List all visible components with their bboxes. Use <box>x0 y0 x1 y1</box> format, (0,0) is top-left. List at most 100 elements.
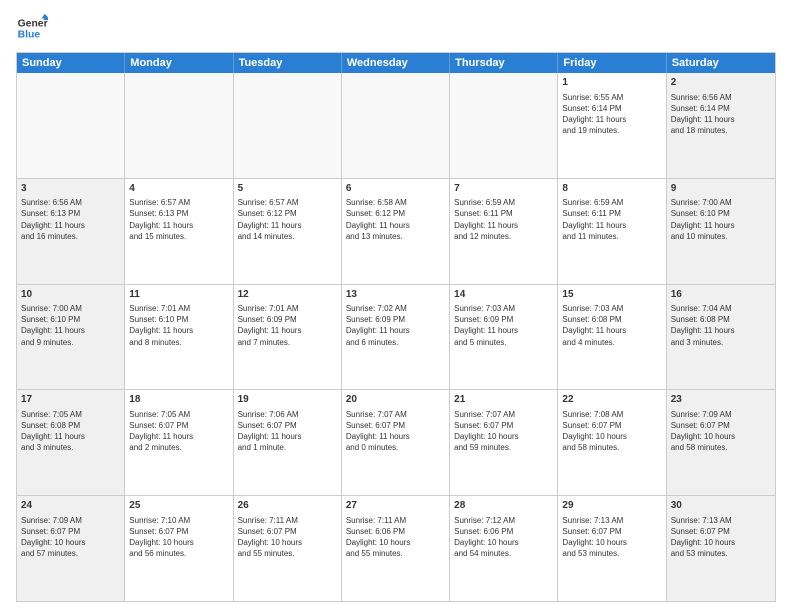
day-info: Sunrise: 7:04 AM Sunset: 6:08 PM Dayligh… <box>671 303 771 348</box>
day-info: Sunrise: 6:55 AM Sunset: 6:14 PM Dayligh… <box>562 92 661 137</box>
day-info: Sunrise: 7:00 AM Sunset: 6:10 PM Dayligh… <box>671 197 771 242</box>
day-number: 9 <box>671 182 771 196</box>
day-number: 13 <box>346 288 445 302</box>
calendar-cell: 5Sunrise: 6:57 AM Sunset: 6:12 PM Daylig… <box>234 179 342 284</box>
day-info: Sunrise: 7:02 AM Sunset: 6:09 PM Dayligh… <box>346 303 445 348</box>
day-number: 22 <box>562 393 661 407</box>
day-info: Sunrise: 7:11 AM Sunset: 6:06 PM Dayligh… <box>346 515 445 560</box>
svg-text:General: General <box>18 18 48 29</box>
day-number: 5 <box>238 182 337 196</box>
calendar-header-cell: Monday <box>125 53 233 73</box>
calendar-cell: 24 Sunrise: 7:09 AM Sunset: 6:07 PM Dayli… <box>17 496 125 601</box>
calendar-header-cell: Tuesday <box>234 53 342 73</box>
day-info: Sunrise: 6:56 AM Sunset: 6:14 PM Dayligh… <box>671 92 771 137</box>
day-number: 24 <box>21 499 120 513</box>
calendar-cell: 23Sunrise: 7:09 AM Sunset: 6:07 PM Dayli… <box>667 390 775 495</box>
calendar-cell <box>342 73 450 178</box>
day-info: Sunrise: 7:05 AM Sunset: 6:07 PM Dayligh… <box>129 409 228 454</box>
calendar-cell <box>17 73 125 178</box>
calendar-header-cell: Thursday <box>450 53 558 73</box>
day-number: 12 <box>238 288 337 302</box>
day-info: Sunrise: 7:07 AM Sunset: 6:07 PM Dayligh… <box>454 409 553 454</box>
day-info: Sunrise: 6:57 AM Sunset: 6:13 PM Dayligh… <box>129 197 228 242</box>
day-info: Sunrise: 7:12 AM Sunset: 6:06 PM Dayligh… <box>454 515 553 560</box>
day-number: 27 <box>346 499 445 513</box>
calendar-cell: 16Sunrise: 7:04 AM Sunset: 6:08 PM Dayli… <box>667 285 775 390</box>
calendar-cell <box>125 73 233 178</box>
day-number: 16 <box>671 288 771 302</box>
calendar-cell: 15Sunrise: 7:03 AM Sunset: 6:08 PM Dayli… <box>558 285 666 390</box>
day-info: Sunrise: 6:57 AM Sunset: 6:12 PM Dayligh… <box>238 197 337 242</box>
svg-text:Blue: Blue <box>18 30 41 41</box>
calendar-row: 10Sunrise: 7:00 AM Sunset: 6:10 PM Dayli… <box>17 284 775 390</box>
day-info: Sunrise: 7:07 AM Sunset: 6:07 PM Dayligh… <box>346 409 445 454</box>
calendar-cell <box>234 73 342 178</box>
calendar-cell: 22 Sunrise: 7:08 AM Sunset: 6:07 PM Dayli… <box>558 390 666 495</box>
calendar-cell: 7Sunrise: 6:59 AM Sunset: 6:11 PM Daylig… <box>450 179 558 284</box>
day-number: 10 <box>21 288 120 302</box>
calendar-cell: 14Sunrise: 7:03 AM Sunset: 6:09 PM Dayli… <box>450 285 558 390</box>
day-info: Sunrise: 7:09 AM Sunset: 6:07 PM Dayligh… <box>671 409 771 454</box>
page-header: General Blue <box>16 12 776 44</box>
calendar-body: 1 Sunrise: 6:55 AM Sunset: 6:14 PM Daylig… <box>17 73 775 601</box>
calendar-cell: 30 Sunrise: 7:13 AM Sunset: 6:07 PM Dayli… <box>667 496 775 601</box>
logo: General Blue <box>16 12 24 44</box>
calendar-cell: 2 Sunrise: 6:56 AM Sunset: 6:14 PM Daylig… <box>667 73 775 178</box>
calendar: SundayMondayTuesdayWednesdayThursdayFrid… <box>16 52 776 602</box>
calendar-cell: 19Sunrise: 7:06 AM Sunset: 6:07 PM Dayli… <box>234 390 342 495</box>
calendar-cell: 4Sunrise: 6:57 AM Sunset: 6:13 PM Daylig… <box>125 179 233 284</box>
day-info: Sunrise: 7:00 AM Sunset: 6:10 PM Dayligh… <box>21 303 120 348</box>
calendar-row: 24 Sunrise: 7:09 AM Sunset: 6:07 PM Dayli… <box>17 495 775 601</box>
day-number: 21 <box>454 393 553 407</box>
calendar-cell: 28Sunrise: 7:12 AM Sunset: 6:06 PM Dayli… <box>450 496 558 601</box>
calendar-cell <box>450 73 558 178</box>
day-number: 30 <box>671 499 771 513</box>
day-number: 17 <box>21 393 120 407</box>
day-number: 11 <box>129 288 228 302</box>
day-number: 7 <box>454 182 553 196</box>
day-number: 26 <box>238 499 337 513</box>
calendar-cell: 3Sunrise: 6:56 AM Sunset: 6:13 PM Daylig… <box>17 179 125 284</box>
day-info: Sunrise: 7:13 AM Sunset: 6:07 PM Dayligh… <box>671 515 771 560</box>
calendar-header-cell: Friday <box>558 53 666 73</box>
day-number: 19 <box>238 393 337 407</box>
day-number: 1 <box>562 76 661 90</box>
day-number: 6 <box>346 182 445 196</box>
day-info: Sunrise: 7:13 AM Sunset: 6:07 PM Dayligh… <box>562 515 661 560</box>
day-number: 3 <box>21 182 120 196</box>
calendar-cell: 6Sunrise: 6:58 AM Sunset: 6:12 PM Daylig… <box>342 179 450 284</box>
calendar-cell: 18 Sunrise: 7:05 AM Sunset: 6:07 PM Dayli… <box>125 390 233 495</box>
calendar-cell: 8Sunrise: 6:59 AM Sunset: 6:11 PM Daylig… <box>558 179 666 284</box>
calendar-cell: 20 Sunrise: 7:07 AM Sunset: 6:07 PM Dayli… <box>342 390 450 495</box>
day-number: 14 <box>454 288 553 302</box>
day-number: 4 <box>129 182 228 196</box>
calendar-cell: 12Sunrise: 7:01 AM Sunset: 6:09 PM Dayli… <box>234 285 342 390</box>
day-number: 18 <box>129 393 228 407</box>
calendar-cell: 27 Sunrise: 7:11 AM Sunset: 6:06 PM Dayli… <box>342 496 450 601</box>
calendar-cell: 13Sunrise: 7:02 AM Sunset: 6:09 PM Dayli… <box>342 285 450 390</box>
day-info: Sunrise: 7:03 AM Sunset: 6:08 PM Dayligh… <box>562 303 661 348</box>
day-info: Sunrise: 7:01 AM Sunset: 6:09 PM Dayligh… <box>238 303 337 348</box>
day-number: 20 <box>346 393 445 407</box>
calendar-cell: 17Sunrise: 7:05 AM Sunset: 6:08 PM Dayli… <box>17 390 125 495</box>
day-info: Sunrise: 7:08 AM Sunset: 6:07 PM Dayligh… <box>562 409 661 454</box>
calendar-header-cell: Saturday <box>667 53 775 73</box>
calendar-header-cell: Sunday <box>17 53 125 73</box>
calendar-cell: 10Sunrise: 7:00 AM Sunset: 6:10 PM Dayli… <box>17 285 125 390</box>
day-info: Sunrise: 7:01 AM Sunset: 6:10 PM Dayligh… <box>129 303 228 348</box>
day-info: Sunrise: 6:58 AM Sunset: 6:12 PM Dayligh… <box>346 197 445 242</box>
day-number: 2 <box>671 76 771 90</box>
calendar-row: 3Sunrise: 6:56 AM Sunset: 6:13 PM Daylig… <box>17 178 775 284</box>
day-info: Sunrise: 7:03 AM Sunset: 6:09 PM Dayligh… <box>454 303 553 348</box>
day-number: 29 <box>562 499 661 513</box>
calendar-header-cell: Wednesday <box>342 53 450 73</box>
calendar-cell: 26 Sunrise: 7:11 AM Sunset: 6:07 PM Dayli… <box>234 496 342 601</box>
day-number: 25 <box>129 499 228 513</box>
calendar-cell: 9Sunrise: 7:00 AM Sunset: 6:10 PM Daylig… <box>667 179 775 284</box>
day-info: Sunrise: 7:09 AM Sunset: 6:07 PM Dayligh… <box>21 515 120 560</box>
day-number: 8 <box>562 182 661 196</box>
day-info: Sunrise: 7:11 AM Sunset: 6:07 PM Dayligh… <box>238 515 337 560</box>
day-info: Sunrise: 6:56 AM Sunset: 6:13 PM Dayligh… <box>21 197 120 242</box>
calendar-header: SundayMondayTuesdayWednesdayThursdayFrid… <box>17 53 775 73</box>
day-info: Sunrise: 6:59 AM Sunset: 6:11 PM Dayligh… <box>454 197 553 242</box>
